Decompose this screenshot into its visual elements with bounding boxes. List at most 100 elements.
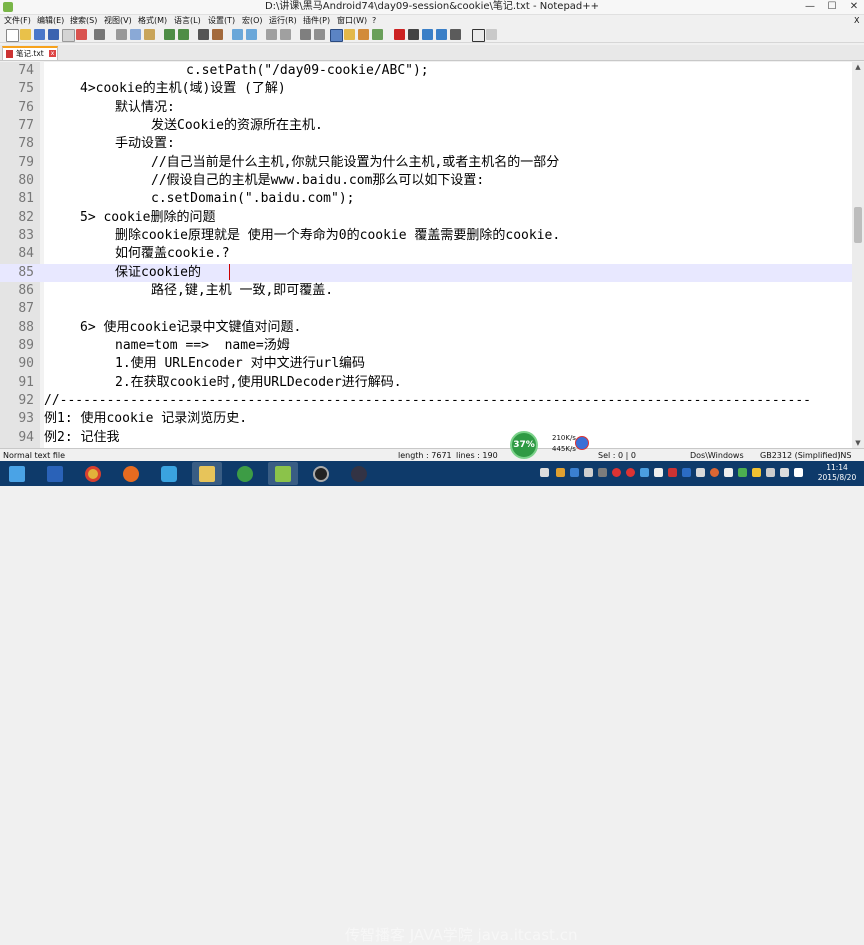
close-button[interactable]: ✕ — [844, 1, 864, 13]
close-file-icon[interactable] — [62, 29, 75, 42]
play-macro-icon[interactable] — [422, 29, 433, 40]
paste-icon[interactable] — [144, 29, 155, 40]
taskbar-folder[interactable] — [192, 462, 222, 485]
run-macro-multiple-icon[interactable] — [436, 29, 447, 40]
menu-macro[interactable]: 宏(O) — [242, 15, 263, 27]
close-all-icon[interactable] — [76, 29, 87, 40]
network-usage-percent: 37% — [510, 431, 538, 459]
tray-settings-icon[interactable] — [584, 468, 593, 477]
text-editor[interactable]: 74 c.setPath("/day09-cookie/ABC"); 75 4>co… — [0, 62, 852, 448]
taskbar-firefox[interactable] — [116, 462, 146, 485]
function-list-icon[interactable] — [358, 29, 369, 40]
taskbar-android-studio[interactable] — [230, 462, 260, 485]
zoom-in-icon[interactable] — [232, 29, 243, 40]
word-wrap-icon[interactable] — [300, 29, 311, 40]
menu-plugins[interactable]: 插件(P) — [303, 15, 330, 27]
line-text: 手动设置: — [115, 136, 175, 152]
status-bar: Normal text file length : 7671 lines : 1… — [0, 448, 864, 462]
menu-help[interactable]: ? — [372, 15, 376, 27]
tray-usb-icon[interactable] — [696, 468, 705, 477]
line-number: 89 — [18, 338, 34, 353]
firefox-icon — [123, 466, 139, 482]
sync-horizontal-icon[interactable] — [280, 29, 291, 40]
taskbar-notepadpp[interactable] — [268, 462, 298, 485]
sync-vertical-icon[interactable] — [266, 29, 277, 40]
taskbar-recorder[interactable] — [306, 462, 336, 485]
bluetooth-icon[interactable] — [682, 468, 691, 477]
stop-macro-icon[interactable] — [408, 29, 419, 40]
document-map-icon[interactable] — [344, 29, 355, 40]
window-title: D:\讲课\黑马Android74\day09-session&cookie\笔… — [264, 1, 600, 12]
cut-icon[interactable] — [116, 29, 127, 40]
minimize-button[interactable]: — — [800, 1, 820, 13]
file-explorer-icon — [47, 466, 63, 482]
network-app-icon — [161, 466, 177, 482]
menu-file[interactable]: 文件(F) — [4, 15, 31, 27]
scroll-up-icon[interactable]: ▲ — [852, 62, 864, 72]
tray-lock-icon[interactable] — [724, 468, 733, 477]
redo-icon[interactable] — [178, 29, 189, 40]
start-button[interactable] — [2, 462, 32, 485]
volume-icon[interactable] — [780, 468, 789, 477]
menu-edit[interactable]: 编辑(E) — [37, 15, 64, 27]
print-icon[interactable] — [94, 29, 105, 40]
scroll-down-icon[interactable]: ▼ — [852, 438, 864, 448]
indent-guide-icon[interactable] — [330, 29, 343, 42]
android-studio-icon — [237, 466, 253, 482]
tray-app-icon[interactable] — [556, 468, 565, 477]
tray-record-icon[interactable] — [612, 468, 621, 477]
tray-shield-icon[interactable] — [752, 468, 761, 477]
replace-icon[interactable] — [212, 29, 223, 40]
system-clock[interactable]: 11:14 2015/8/20 — [810, 463, 864, 483]
tray-pen-icon[interactable] — [654, 468, 663, 477]
menu-window[interactable]: 窗口(W) — [337, 15, 367, 27]
copy-icon[interactable] — [130, 29, 141, 40]
taskbar-explorer[interactable] — [40, 462, 70, 485]
editor-line: 89 name=tom ==> name=汤姆 — [0, 337, 852, 355]
save-icon[interactable] — [34, 29, 45, 40]
editor-line: 86 路径,键,主机 一致,即可覆盖. — [0, 282, 852, 300]
menu-close-doc-button[interactable]: X — [854, 15, 859, 27]
save-all-icon[interactable] — [48, 29, 59, 40]
taskbar-chrome[interactable] — [78, 462, 108, 485]
record-macro-icon[interactable] — [394, 29, 405, 40]
menu-run[interactable]: 运行(R) — [269, 15, 297, 27]
vertical-scrollbar[interactable]: ▲ ▼ — [852, 62, 864, 448]
taskbar-app-blue[interactable] — [154, 462, 184, 485]
maximize-button[interactable]: ☐ — [822, 1, 842, 13]
tab-notes-txt[interactable]: 笔记.txt x — [2, 46, 58, 60]
tray-antivirus-icon[interactable] — [668, 468, 677, 477]
open-file-icon[interactable] — [20, 29, 31, 40]
keyboard-icon[interactable] — [540, 468, 549, 477]
new-file-icon[interactable] — [6, 29, 19, 42]
tab-close-icon[interactable]: x — [49, 50, 56, 57]
menu-bar: 文件(F) 编辑(E) 搜索(S) 视图(V) 格式(M) 语言(L) 设置(T… — [0, 15, 864, 27]
line-number: 81 — [18, 191, 34, 207]
find-icon[interactable] — [198, 29, 209, 40]
menu-search[interactable]: 搜索(S) — [70, 15, 97, 27]
undo-icon[interactable] — [164, 29, 175, 40]
spell-check-icon[interactable] — [472, 29, 485, 42]
tray-ime-icon[interactable] — [570, 468, 579, 477]
save-macro-icon[interactable] — [450, 29, 461, 40]
line-number: 88 — [18, 319, 34, 335]
menu-view[interactable]: 视图(V) — [104, 15, 132, 27]
network-meter-widget[interactable]: 37% 210K/s 445K/s — [510, 430, 590, 460]
zoom-out-icon[interactable] — [246, 29, 257, 40]
menu-settings[interactable]: 设置(T) — [208, 15, 235, 27]
tray-qq-icon[interactable] — [640, 468, 649, 477]
tray-clip-icon[interactable] — [598, 468, 607, 477]
plugin-icon[interactable] — [486, 29, 497, 40]
show-all-characters-icon[interactable] — [314, 29, 325, 40]
tray-security-icon[interactable] — [738, 468, 747, 477]
tray-update-icon[interactable] — [710, 468, 719, 477]
menu-language[interactable]: 语言(L) — [174, 15, 201, 27]
tray-stop-icon[interactable] — [626, 468, 635, 477]
taskbar-eight[interactable] — [344, 462, 374, 485]
network-icon[interactable] — [766, 468, 775, 477]
folder-workspace-icon[interactable] — [372, 29, 383, 40]
menu-format[interactable]: 格式(M) — [138, 15, 167, 27]
action-center-icon[interactable] — [794, 468, 803, 477]
scroll-thumb[interactable] — [854, 207, 862, 243]
accelerator-ball-icon[interactable] — [575, 436, 589, 450]
